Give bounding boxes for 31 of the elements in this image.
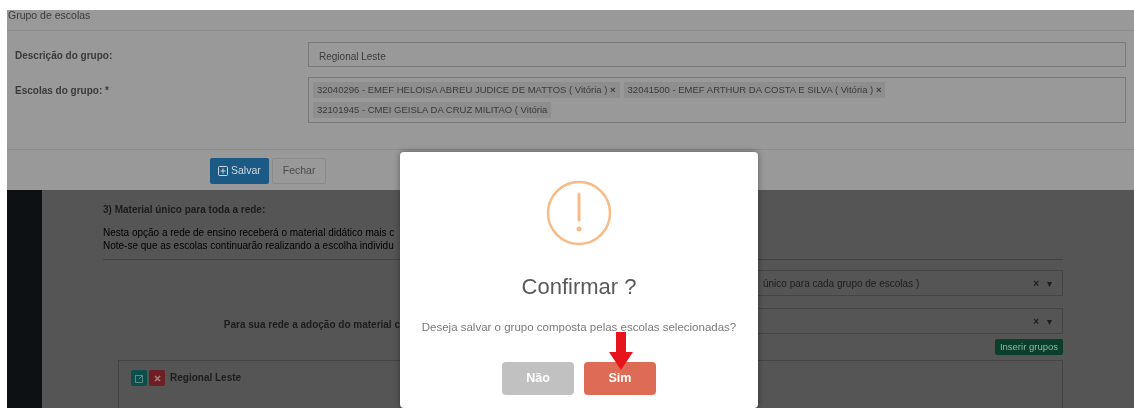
field-label: Escolas do grupo: * (15, 84, 110, 98)
delete-button[interactable] (149, 370, 165, 387)
dialog-message: Deseja salvar o grupo composta pelas escolas selecionadas? (421, 320, 737, 335)
arrow-icon (609, 332, 633, 371)
dialog-title: Grupo de escolas (8, 10, 91, 21)
paragraph-line: Note-se que as escolas continuarão realizando a escolha individu (103, 239, 395, 252)
clear-button[interactable]: × (1033, 275, 1039, 291)
insert-groups-button[interactable]: Inserir grupos (994, 339, 1063, 356)
group-title: Regional Leste (170, 371, 242, 386)
school-tag: 32040296 - EMEF HELOISA ABREU JUDICE DE MATTOS ( Vitória ) × (313, 82, 620, 98)
close-icon (153, 374, 161, 382)
caret-icon: ▾ (1047, 313, 1052, 329)
field-label: Descrição do grupo: (15, 49, 114, 63)
remove-tag-button[interactable]: × (875, 84, 882, 95)
school-tag: 32041500 - EMEF ARTHUR DA COSTA E SILVA ( Vitória ) × (623, 82, 886, 98)
school-tag: 32101945 - CMEI GEISLA DA CRUZ MILITAO ( Vitória (313, 102, 552, 118)
caret-icon: ▾ (1047, 275, 1052, 291)
yes-button[interactable]: Sim (584, 362, 656, 396)
clear-button[interactable]: × (1033, 313, 1039, 329)
paragraph-line: Nesta opção a rede de ensino receberá o material didático mais c (103, 226, 396, 239)
description-field[interactable]: Regional Leste (308, 42, 1126, 67)
dialog-title: Confirmar ? (521, 273, 637, 301)
warning-icon (546, 180, 612, 246)
section-heading: 3) Material único para toda a rede: (103, 203, 267, 217)
edit-button[interactable] (131, 370, 147, 387)
edit-icon (134, 373, 144, 383)
remove-tag-button[interactable]: × (610, 84, 616, 95)
schools-field[interactable]: 32040296 - EMEF HELOISA ABREU JUDICE DE MATTOS ( Vitória ) × 32041500 - EMEF ARTHUR DA COSTA E SILVA ( Vitória ) × 32101945 - CMEI GEISLA DA CRUZ MILITAO ( Vitória (308, 77, 1126, 123)
close-button[interactable]: Fechar (271, 158, 327, 184)
save-button[interactable]: Salvar (210, 158, 269, 184)
plus-square-icon (218, 166, 228, 176)
